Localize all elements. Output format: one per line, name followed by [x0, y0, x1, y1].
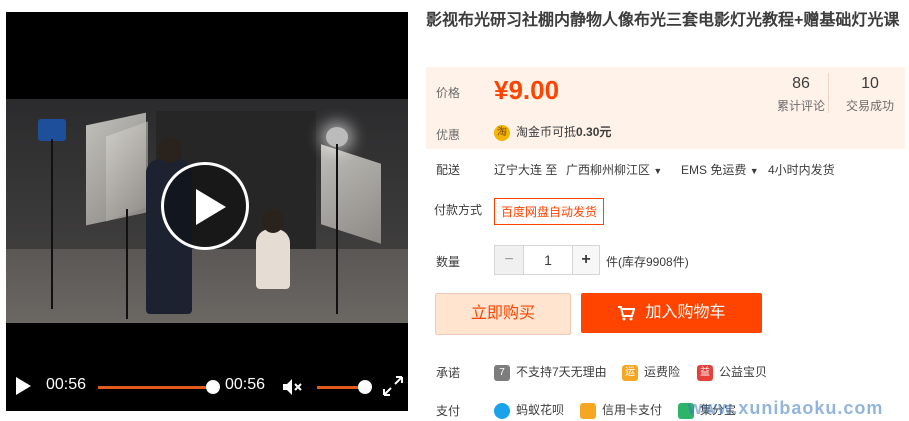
credit-card-icon [580, 402, 596, 419]
add-to-cart-label: 加入购物车 [645, 304, 726, 321]
pay-credit-card[interactable]: 信用卡支付 [580, 401, 662, 419]
quantity-minus-button[interactable]: − [495, 246, 523, 274]
model-head [262, 209, 284, 233]
review-stat[interactable]: 86 累计评论 [771, 75, 831, 114]
shipping-to: 广西柳州柳江区 [566, 163, 651, 177]
softbox-right [321, 144, 381, 244]
softbox-left-2 [106, 121, 148, 222]
volume-muted-icon[interactable] [282, 377, 304, 397]
promo-amount: 0.30元 [576, 125, 612, 139]
sales-stat: 10 交易成功 [840, 75, 900, 114]
charity-icon: 益 [697, 364, 713, 381]
promo-text: 淘淘金币可抵0.30元 [494, 123, 611, 141]
price-value: ¥9.00 [494, 75, 560, 105]
pay-huabei[interactable]: 蚂蚁花呗 [494, 401, 564, 419]
promo-label: 优惠 [436, 128, 461, 142]
shipping-method-select[interactable]: EMS 免运费 ▼ [681, 161, 759, 178]
shipping-insurance-icon: 运 [622, 364, 638, 381]
volume-handle[interactable] [358, 380, 372, 394]
promise-charity[interactable]: 益公益宝贝 [697, 363, 767, 381]
add-to-cart-button[interactable]: 加入购物车 [581, 293, 762, 333]
pay-huabei-label: 蚂蚁花呗 [516, 403, 565, 417]
promise-charity-label: 公益宝贝 [719, 365, 768, 379]
progress-handle[interactable] [206, 380, 220, 394]
shipping-method: EMS 免运费 [681, 163, 747, 177]
cart-icon [618, 305, 636, 321]
shipping-to-select[interactable]: 广西柳州柳江区 ▼ [566, 161, 662, 178]
light-stand-left [51, 139, 53, 309]
model-figure [256, 229, 290, 289]
no-7day-return-icon: 7 [494, 364, 510, 381]
huabei-icon [494, 402, 510, 419]
watermark: www.xunibaoku.com [688, 398, 884, 418]
pay-label: 支付 [436, 404, 461, 418]
chevron-down-icon: ▼ [749, 166, 759, 176]
promise-shipping-insurance[interactable]: 运运费险 [622, 363, 680, 381]
review-label: 累计评论 [776, 99, 825, 113]
promise-shipping-insurance-label: 运费险 [644, 365, 681, 379]
fullscreen-icon[interactable] [382, 375, 404, 397]
quantity-input[interactable]: 1 [523, 246, 573, 274]
shipping-label: 配送 [436, 163, 461, 177]
light-stand-right [336, 144, 338, 314]
light-stand-mid [126, 209, 128, 319]
pay-credit-card-label: 信用卡支付 [602, 403, 663, 417]
play-icon [196, 189, 226, 225]
price-label: 价格 [436, 86, 461, 100]
chevron-down-icon: ▼ [653, 166, 663, 176]
video-player[interactable]: 00:56 00:56 [6, 12, 408, 411]
quantity-label: 数量 [436, 255, 461, 269]
promo-prefix: 淘金币可抵 [516, 125, 577, 139]
quantity-stepper: − 1 + [494, 245, 600, 275]
promise-no-return-label: 不支持7天无理由 [516, 365, 607, 379]
product-title: 影视布光研习社棚内静物人像布光三套电影灯光教程+赠基础灯光课 [426, 12, 900, 29]
progress-bar[interactable] [98, 386, 213, 389]
payment-method-label: 付款方式 [434, 203, 483, 217]
payment-option-baidu[interactable]: 百度网盘自动发货 [494, 198, 605, 225]
sales-count: 10 [861, 75, 879, 92]
buy-now-button[interactable]: 立即购买 [435, 293, 571, 335]
stock-text: 件(库存9908件) [606, 255, 689, 269]
photographer-head [158, 137, 182, 163]
play-overlay-button[interactable] [161, 162, 249, 250]
fresnel-light [38, 119, 66, 141]
sales-label: 交易成功 [845, 99, 894, 113]
video-controls: 00:56 00:56 [6, 367, 408, 407]
dispatch-time: 4小时内发货 [768, 163, 835, 177]
price-panel: 价格 ¥9.00 86 累计评论 10 交易成功 优惠 淘淘金币可抵0.30元 [426, 67, 905, 149]
studio-floor [6, 249, 408, 323]
taojinbi-icon: 淘 [494, 124, 510, 141]
duration: 00:56 [225, 376, 266, 393]
promise-no-return[interactable]: 7 不支持7天无理由 [494, 363, 607, 381]
shipping-from: 辽宁大连 至 [494, 163, 558, 177]
review-count: 86 [792, 75, 810, 92]
play-icon[interactable] [14, 376, 32, 396]
current-time: 00:56 [46, 376, 87, 393]
promise-label: 承诺 [436, 366, 461, 380]
quantity-plus-button[interactable]: + [573, 246, 599, 274]
